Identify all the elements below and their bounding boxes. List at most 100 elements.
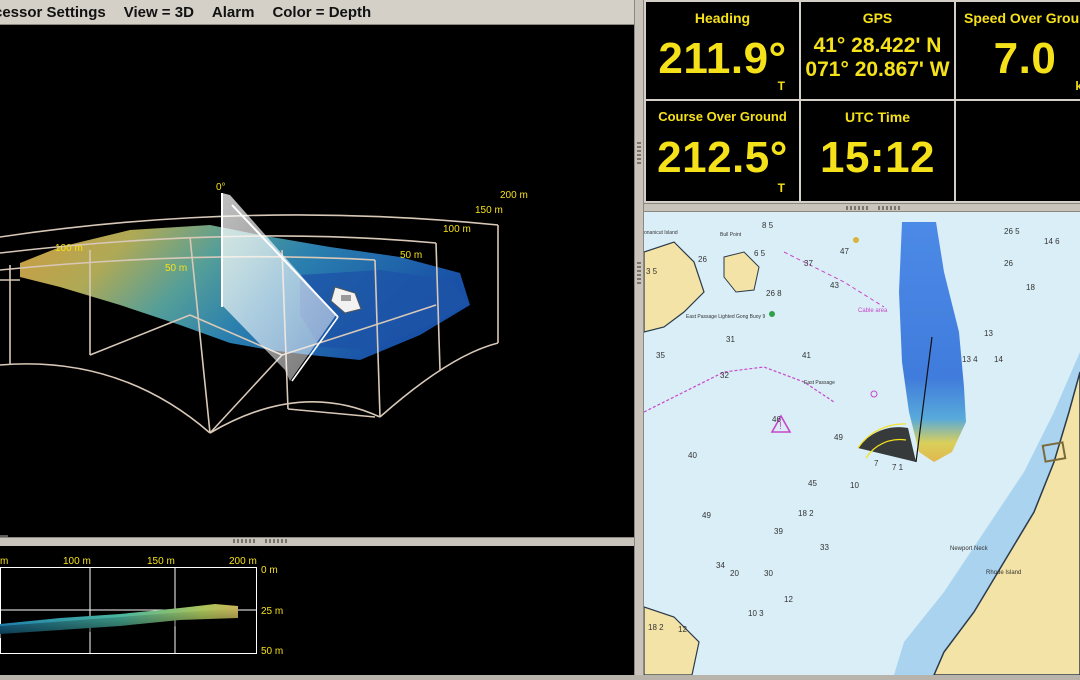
sonar-coverage bbox=[899, 222, 966, 462]
map-splitter[interactable] bbox=[644, 203, 1080, 212]
menu-alarm[interactable]: Alarm bbox=[212, 4, 255, 21]
profile-y-label: 50 m bbox=[261, 646, 283, 657]
profile-y-label: 0 m bbox=[261, 565, 278, 576]
sounding: 13 4 bbox=[962, 355, 978, 364]
sounding: 39 bbox=[774, 527, 783, 536]
utc-value: 15:12 bbox=[819, 133, 936, 182]
sounding: 20 bbox=[730, 569, 739, 578]
splitter-grip bbox=[878, 206, 902, 210]
sounding: 6 5 bbox=[754, 249, 766, 258]
cog-unit: T bbox=[777, 181, 785, 195]
cog-cell: Course Over Ground 212.5° T bbox=[646, 101, 799, 201]
sounding: 34 bbox=[716, 561, 725, 570]
island bbox=[723, 251, 760, 293]
sounding: 33 bbox=[820, 543, 829, 552]
sounding: 7 1 bbox=[892, 463, 904, 472]
sounding: 26 bbox=[698, 255, 707, 264]
label-200m: 200 m bbox=[500, 190, 528, 201]
sounding: 3 5 bbox=[646, 267, 658, 276]
sounding: 26 5 bbox=[1004, 227, 1020, 236]
cog-label: Course Over Ground bbox=[658, 109, 787, 124]
splitter-grip bbox=[637, 140, 641, 164]
menu-color[interactable]: Color = Depth bbox=[272, 4, 371, 21]
sounding: 37 bbox=[804, 259, 813, 268]
gps-latitude: 41° 28.422' N bbox=[813, 34, 942, 57]
sounding: 10 3 bbox=[748, 609, 764, 618]
menu-view[interactable]: View = 3D bbox=[124, 4, 194, 21]
utc-cell: UTC Time 15:12 bbox=[801, 101, 954, 201]
profile-x-label: 200 m bbox=[229, 556, 257, 567]
label-50m-left: 50 m bbox=[165, 263, 187, 274]
sounding: 13 bbox=[984, 329, 993, 338]
menu-processor-settings[interactable]: cessor Settings bbox=[0, 4, 106, 21]
label-bull-point: Bull Point bbox=[720, 232, 742, 238]
label-rhode-island: Rhode Island bbox=[986, 570, 1021, 576]
splitter-grip bbox=[846, 206, 870, 210]
instrument-panel: Heading 211.9° T GPS 41° 28.422' N 071° … bbox=[644, 0, 1080, 203]
sounding: 45 bbox=[808, 479, 817, 488]
profile-y-label: 25 m bbox=[261, 606, 283, 617]
sounding: 35 bbox=[656, 351, 665, 360]
gps-label: GPS bbox=[862, 10, 893, 26]
nautical-chart[interactable]: ! onanicut Island Bull Point East Passag… bbox=[644, 212, 1080, 675]
sounding: 14 6 bbox=[1044, 237, 1060, 246]
empty-cell bbox=[956, 101, 1080, 201]
sounding: 7 bbox=[874, 459, 879, 468]
heading-value: 211.9° bbox=[658, 34, 787, 83]
label-100m-right: 100 m bbox=[443, 224, 471, 235]
sounding: 12 bbox=[784, 595, 793, 604]
utc-label: UTC Time bbox=[844, 109, 911, 125]
sounding: 49 bbox=[702, 511, 711, 520]
sog-unit: k bbox=[1075, 79, 1080, 93]
sog-label: Speed Over Ground bbox=[964, 10, 1080, 26]
sounding: 43 bbox=[830, 281, 839, 290]
sounding: 26 bbox=[1004, 259, 1013, 268]
label-150m: 150 m bbox=[475, 205, 503, 216]
sounding: 41 bbox=[802, 351, 811, 360]
label-angle: 0° bbox=[216, 182, 226, 193]
splitter-grip bbox=[637, 260, 641, 284]
sounding: 26 8 bbox=[766, 289, 782, 298]
label-newport-neck: Newport Neck bbox=[950, 546, 989, 552]
profile-x-label: 100 m bbox=[63, 556, 91, 567]
sounding: 18 2 bbox=[648, 623, 664, 632]
sounding: 14 bbox=[994, 355, 1003, 364]
splitter-grip bbox=[265, 539, 289, 543]
label-cable-area: Cable area bbox=[858, 308, 888, 314]
sounding: 40 bbox=[688, 451, 697, 460]
profile-x-label: m bbox=[0, 556, 8, 567]
label-east-passage: East Passage bbox=[804, 380, 835, 386]
sounding: 49 bbox=[834, 433, 843, 442]
label-50m-right: 50 m bbox=[400, 250, 422, 261]
sog-value: 7.0 bbox=[993, 34, 1057, 83]
vertical-splitter[interactable] bbox=[634, 0, 644, 675]
label-100m-left: 100 m bbox=[55, 243, 83, 254]
heading-cell: Heading 211.9° T bbox=[646, 2, 799, 99]
sounding: 31 bbox=[726, 335, 735, 344]
buoy-icon bbox=[769, 237, 878, 398]
heading-label: Heading bbox=[694, 10, 751, 26]
sonar-3d-view[interactable]: 0° 200 m 150 m 100 m 50 m 100 m 50 m bbox=[0, 25, 634, 557]
cog-value: 212.5° bbox=[657, 133, 788, 182]
depth-profile-view[interactable]: m 100 m 150 m 200 m 0 m 25 m 50 m bbox=[0, 546, 634, 675]
sounding: 8 5 bbox=[762, 221, 774, 230]
label-gong-buoy: East Passage Lighted Gong Buoy 9 bbox=[686, 314, 765, 320]
sounding: 47 bbox=[840, 247, 849, 256]
gps-cell: GPS 41° 28.422' N 071° 20.867' W bbox=[801, 2, 954, 99]
sog-cell: Speed Over Ground 7.0 k bbox=[956, 2, 1080, 99]
sounding: 30 bbox=[764, 569, 773, 578]
sounding: 18 2 bbox=[798, 509, 814, 518]
land-southwest bbox=[644, 606, 700, 675]
depth-contour bbox=[644, 366, 835, 413]
sounding: 12 bbox=[678, 625, 687, 634]
splitter-grip bbox=[233, 539, 257, 543]
profile-x-label: 150 m bbox=[147, 556, 175, 567]
sounding: 32 bbox=[720, 371, 729, 380]
sounding: 18 bbox=[1026, 283, 1035, 292]
label-conanicut: onanicut Island bbox=[644, 230, 678, 236]
gps-longitude: 071° 20.867' W bbox=[805, 58, 950, 81]
heading-unit: T bbox=[777, 79, 785, 93]
sounding: 46 bbox=[772, 415, 781, 424]
menu-bar: cessor Settings View = 3D Alarm Color = … bbox=[0, 0, 634, 25]
sounding: 10 bbox=[850, 481, 859, 490]
